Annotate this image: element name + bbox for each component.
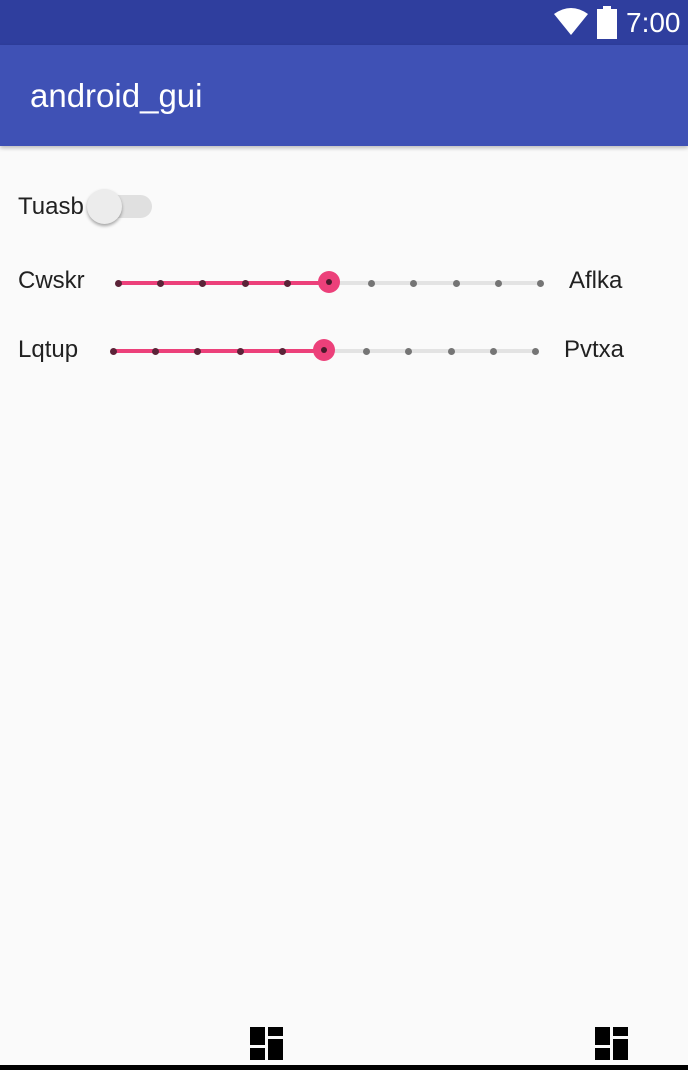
seekbar-thumb[interactable] [313, 339, 335, 361]
seekbar-cwskr[interactable] [115, 268, 544, 298]
seekbar-thumb-dot [321, 347, 327, 353]
seekbar-2-right-label: Pvtxa [564, 336, 625, 363]
seekbar-2-left-label: Lqtup [18, 336, 79, 363]
seekbar-tick [532, 348, 539, 355]
seekbar-tick [110, 348, 117, 355]
seekbar-tick [452, 280, 460, 287]
seekbar-tick [157, 280, 165, 287]
seekbar-tick [494, 280, 502, 287]
switch-thumb[interactable] [87, 189, 122, 224]
dashboard-icon[interactable] [595, 1027, 628, 1060]
seekbar-tick [447, 348, 455, 355]
seekbar-tick [194, 348, 202, 355]
seekbar-thumb-dot [326, 279, 332, 285]
seekbar-lqtup[interactable] [110, 336, 539, 366]
wifi-icon [554, 8, 588, 35]
switch-label: Tuasb [18, 193, 84, 220]
status-bar: 7:00 [0, 0, 688, 45]
battery-icon [597, 6, 617, 39]
app-bar: android_gui [0, 45, 688, 146]
seekbar-tick [489, 348, 497, 355]
seekbar-tick [368, 280, 376, 287]
seekbar-tick [278, 348, 286, 355]
seekbar-progress [113, 349, 324, 353]
seekbar-tick [152, 348, 160, 355]
seekbar-tick [236, 348, 244, 355]
seekbar-tick [410, 280, 418, 287]
seekbar-thumb[interactable] [318, 271, 340, 293]
seekbar-tick [363, 348, 371, 355]
seekbar-progress [118, 281, 329, 285]
dashboard-icon[interactable] [250, 1027, 283, 1060]
seekbar-tick [537, 280, 544, 287]
seekbar-tick [199, 280, 207, 287]
nav-bar-edge [0, 1065, 688, 1070]
seekbar-1-right-label: Aflka [569, 267, 623, 294]
seekbar-1-left-label: Cwskr [18, 267, 85, 294]
seekbar-tick [405, 348, 413, 355]
seekbar-tick [115, 280, 122, 287]
seekbar-tick [283, 280, 291, 287]
seekbar-tick [241, 280, 249, 287]
status-time: 7:00 [626, 7, 681, 38]
app-title: android_gui [30, 77, 203, 114]
